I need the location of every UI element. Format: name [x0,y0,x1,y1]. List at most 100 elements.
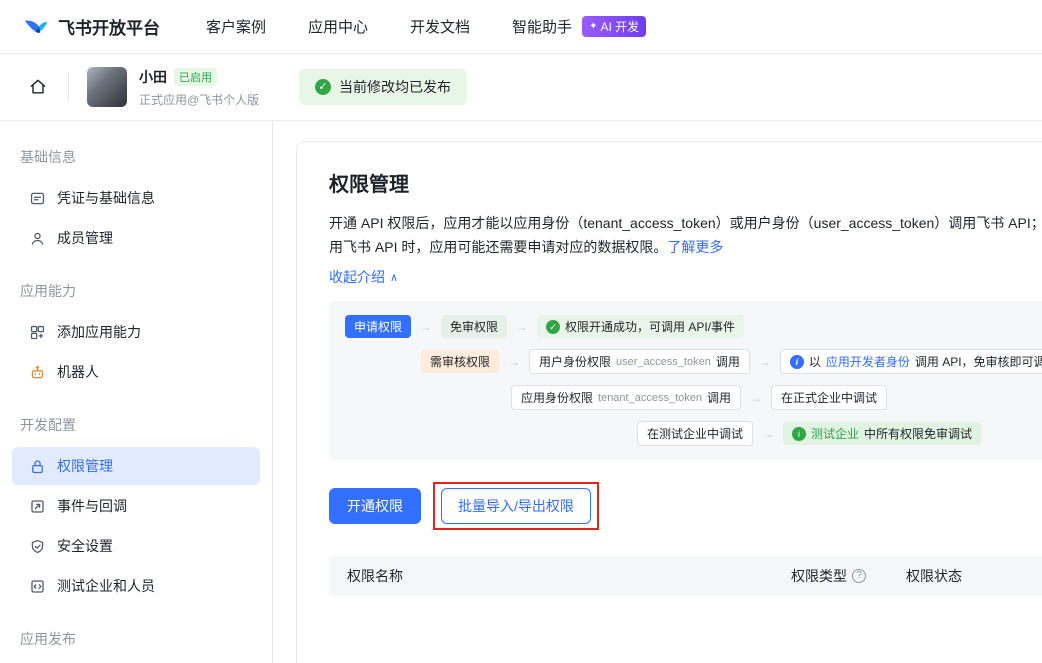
sidebar-item-label: 安全设置 [57,536,113,556]
sidebar-item-test-org[interactable]: 测试企业和人员 [12,567,260,605]
flow-row-2: 需审核权限 → 用户身份权限 user_access_token 调用 → i … [421,349,1042,374]
tenant-perm-token: tenant_access_token [598,392,702,404]
sidebar-item-add-capability[interactable]: 添加应用能力 [12,313,260,351]
permission-card: 权限管理 开通 API 权限后，应用才能以应用身份（tenant_access_… [296,141,1042,663]
app-type-label: 正式应用@飞书个人版 [139,91,285,108]
sidebar-item-bot[interactable]: 机器人 [12,353,260,391]
tenant-perm-label: 应用身份权限 [521,389,593,406]
flow-arrow-icon: → [420,320,432,334]
nav-item-customer-cases[interactable]: 客户案例 [206,16,266,37]
home-button[interactable] [22,71,54,103]
brand[interactable]: 飞书开放平台 [22,13,160,40]
column-permission-type: 权限类型 ? [791,566,906,586]
flow-arrow-icon: → [508,355,520,369]
check-circle-icon: ✓ [546,320,560,334]
flow-dev-debug-note: i 以应用开发者身份调用 API，免审核即可调试 [780,349,1042,374]
sidebar-item-label: 凭证与基础信息 [57,188,155,208]
person-icon [28,229,46,247]
flow-user-permission-node: 用户身份权限 user_access_token 调用 [529,349,750,374]
flow-free-result-text: 权限开通成功，可调用 API/事件 [565,318,735,335]
sparkle-icon: ✦ [589,21,597,32]
column-permission-status: 权限状态 [906,566,1042,586]
app-header: 小田 已启用 正式应用@飞书个人版 ✓ 当前修改均已发布 [0,54,1042,120]
main-content: 权限管理 开通 API 权限后，应用才能以应用身份（tenant_access_… [273,121,1042,663]
flow-row-1: 申请权限 → 免审权限 → ✓ 权限开通成功，可调用 API/事件 [345,315,1042,338]
sidebar-item-members[interactable]: 成员管理 [12,219,260,257]
robot-icon [28,363,46,381]
tenant-perm-suffix: 调用 [707,389,731,406]
flow-apply-badge: 申请权限 [345,315,411,338]
page-description: 开通 API 权限后，应用才能以应用身份（tenant_access_token… [329,211,1042,259]
feishu-logo-icon [22,13,49,40]
sidebar-item-label: 机器人 [57,362,99,382]
check-circle-icon: ✓ [315,79,331,95]
dev-note-highlight: 应用开发者身份 [826,353,910,370]
column-permission-name: 权限名称 [329,566,791,586]
flow-test-note: i 测试企业中所有权限免审调试 [783,422,981,445]
flow-free-badge: 免审权限 [441,315,507,338]
permission-table-header: 权限名称 权限类型 ? 权限状态 [329,556,1042,596]
app-name: 小田 [139,67,167,87]
flow-free-result: ✓ 权限开通成功，可调用 API/事件 [537,315,744,338]
sidebar-section-basic-info: 基础信息 [0,125,272,177]
flow-formal-debug-node: 在正式企业中调试 [771,385,887,410]
flow-row-3: 应用身份权限 tenant_access_token 调用 → 在正式企业中调试 [511,385,1042,410]
page-title: 权限管理 [329,168,1042,197]
sidebar-item-security-settings[interactable]: 安全设置 [12,527,260,565]
user-perm-suffix: 调用 [716,353,740,370]
ai-dev-badge[interactable]: ✦ AI 开发 [582,16,646,37]
info-circle-icon: i [790,355,804,369]
flow-row-4: 在测试企业中调试 → i 测试企业中所有权限免审调试 [637,421,1042,446]
dev-note-prefix: 以 [809,353,821,370]
code-brackets-icon [28,577,46,595]
brand-title: 飞书开放平台 [58,14,160,39]
primary-nav: 客户案例 应用中心 开发文档 智能助手 ✦ AI 开发 [206,16,646,37]
collapse-intro-toggle[interactable]: 收起介绍 ∧ [329,267,398,287]
sidebar-item-credentials[interactable]: 凭证与基础信息 [12,179,260,217]
chevron-up-icon: ∧ [390,271,398,284]
sidebar-item-label: 成员管理 [57,228,113,248]
flow-tenant-permission-node: 应用身份权限 tenant_access_token 调用 [511,385,741,410]
sidebar-section-app-capability: 应用能力 [0,259,272,311]
sidebar: 基础信息 凭证与基础信息 成员管理 应用能力 [0,121,273,663]
description-line1: 开通 API 权限后，应用才能以应用身份（tenant_access_token… [329,211,1042,235]
open-permission-button[interactable]: 开通权限 [329,488,421,524]
sidebar-item-label: 测试企业和人员 [57,576,155,596]
divider [68,72,69,102]
ai-dev-badge-label: AI 开发 [600,18,639,35]
flow-arrow-icon: → [762,427,774,441]
publish-status-text: 当前修改均已发布 [339,77,451,97]
nav-item-dev-docs[interactable]: 开发文档 [410,16,470,37]
permission-flow-diagram: 申请权限 → 免审权限 → ✓ 权限开通成功，可调用 API/事件 需审核权限 … [329,301,1042,460]
highlight-annotation-box: 批量导入/导出权限 [433,482,599,530]
flow-arrow-icon: → [750,391,762,405]
test-note-highlight: 测试企业 [811,425,859,442]
sidebar-section-app-release: 应用发布 [0,607,272,659]
sidebar-item-events-callbacks[interactable]: 事件与回调 [12,487,260,525]
help-icon[interactable]: ? [852,569,866,583]
user-perm-token: user_access_token [616,356,711,368]
workspace-layout: 基础信息 凭证与基础信息 成员管理 应用能力 [0,120,1042,663]
batch-import-export-button[interactable]: 批量导入/导出权限 [441,488,591,524]
sidebar-item-permissions[interactable]: 权限管理 [12,447,260,485]
event-callback-icon [28,497,46,515]
app-meta: 小田 已启用 正式应用@飞书个人版 [139,67,285,108]
collapse-intro-label: 收起介绍 [329,267,385,287]
grid-plus-icon [28,323,46,341]
flow-arrow-icon: → [516,320,528,334]
description-line2: 用飞书 API 时，应用可能还需要申请对应的数据权限。 [329,239,667,255]
publish-status-banner: ✓ 当前修改均已发布 [299,69,467,105]
flow-test-debug-node: 在测试企业中调试 [637,421,753,446]
sidebar-item-label: 添加应用能力 [57,322,141,342]
shield-check-icon [28,537,46,555]
enabled-badge: 已启用 [174,68,217,86]
test-note-suffix: 中所有权限免审调试 [864,425,972,442]
user-perm-label: 用户身份权限 [539,353,611,370]
flow-review-badge: 需审核权限 [421,350,499,373]
nav-item-app-center[interactable]: 应用中心 [308,16,368,37]
sidebar-section-dev-config: 开发配置 [0,393,272,445]
learn-more-link[interactable]: 了解更多 [667,239,723,255]
home-icon [28,77,48,97]
info-circle-icon: i [792,427,806,441]
nav-item-ai-assistant[interactable]: 智能助手 [512,16,572,37]
